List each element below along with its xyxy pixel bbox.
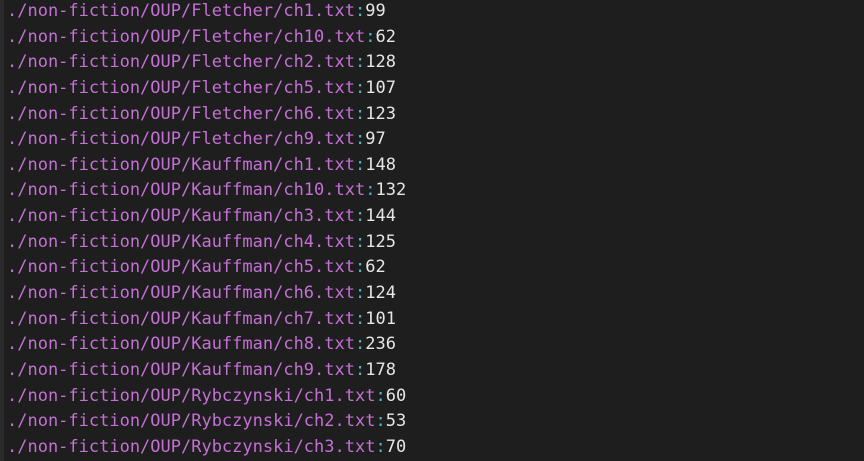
separator-colon: : — [355, 334, 366, 355]
file-path: ./non-fiction/OUP/Kauffman/ch4.txt — [7, 231, 355, 252]
file-path: ./non-fiction/OUP/Fletcher/ch6.txt — [7, 103, 355, 124]
file-path: ./non-fiction/OUP/Kauffman/ch3.txt — [7, 206, 355, 227]
separator-colon: : — [355, 308, 366, 329]
output-line: ./non-fiction/OUP/Kauffman/ch9.txt:178 — [7, 358, 406, 384]
separator-colon: : — [355, 77, 366, 98]
output-line: ./non-fiction/OUP/Fletcher/ch10.txt:62 — [7, 25, 406, 51]
output-line: ./non-fiction/OUP/Rybczynski/ch2.txt:53 — [7, 409, 406, 435]
terminal-window[interactable]: ./non-fiction/OUP/Fletcher/ch1.txt:99 ./n… — [0, 0, 864, 461]
output-line: ./non-fiction/OUP/Kauffman/ch3.txt:144 — [7, 204, 406, 230]
output-line: ./non-fiction/OUP/Fletcher/ch6.txt:123 — [7, 102, 406, 128]
output-line: ./non-fiction/OUP/Fletcher/ch5.txt:107 — [7, 76, 406, 102]
output-line: ./non-fiction/OUP/Kauffman/ch5.txt:62 — [7, 255, 406, 281]
file-path: ./non-fiction/OUP/Kauffman/ch1.txt — [7, 154, 355, 175]
separator-colon: : — [365, 26, 376, 47]
file-path: ./non-fiction/OUP/Fletcher/ch10.txt — [7, 26, 366, 47]
file-path: ./non-fiction/OUP/Fletcher/ch5.txt — [7, 77, 355, 98]
match-count: 125 — [365, 231, 396, 252]
separator-colon: : — [355, 359, 366, 380]
separator-colon: : — [355, 231, 366, 252]
match-count: 123 — [365, 103, 396, 124]
match-count: 148 — [365, 154, 396, 175]
match-count: 124 — [365, 283, 396, 304]
separator-colon: : — [355, 1, 366, 21]
file-path: ./non-fiction/OUP/Kauffman/ch5.txt — [7, 257, 355, 278]
separator-colon: : — [355, 103, 366, 124]
output-line: ./non-fiction/OUP/Rybczynski/ch3.txt:70 — [7, 435, 406, 461]
output-line: ./non-fiction/OUP/Kauffman/ch7.txt:101 — [7, 307, 406, 333]
match-count: 53 — [385, 411, 407, 432]
match-count: 60 — [385, 385, 407, 406]
file-path: ./non-fiction/OUP/Fletcher/ch1.txt — [7, 1, 355, 21]
match-count: 236 — [365, 334, 396, 355]
file-path: ./non-fiction/OUP/Rybczynski/ch3.txt — [7, 436, 376, 457]
file-path: ./non-fiction/OUP/Kauffman/ch7.txt — [7, 308, 355, 329]
separator-colon: : — [355, 52, 366, 73]
output-line: ./non-fiction/OUP/Kauffman/ch8.txt:236 — [7, 332, 406, 358]
separator-colon: : — [355, 257, 366, 278]
match-count: 107 — [365, 77, 396, 98]
output-line: ./non-fiction/OUP/Kauffman/ch4.txt:125 — [7, 230, 406, 256]
grep-count-output: ./non-fiction/OUP/Fletcher/ch1.txt:99 ./n… — [7, 0, 406, 461]
match-count: 62 — [375, 26, 396, 47]
output-line: ./non-fiction/OUP/Kauffman/ch6.txt:124 — [7, 281, 406, 307]
match-count: 99 — [365, 1, 386, 21]
separator-colon: : — [355, 129, 366, 150]
output-line: ./non-fiction/OUP/Fletcher/ch9.txt:97 — [7, 127, 406, 153]
match-count: 97 — [365, 129, 386, 150]
terminal-left-border — [0, 0, 4, 461]
file-path: ./non-fiction/OUP/Kauffman/ch8.txt — [7, 334, 355, 355]
file-path: ./non-fiction/OUP/Fletcher/ch9.txt — [7, 129, 355, 150]
file-path: ./non-fiction/OUP/Rybczynski/ch2.txt — [7, 411, 376, 432]
separator-colon: : — [375, 411, 386, 432]
output-line: ./non-fiction/OUP/Kauffman/ch10.txt:132 — [7, 178, 406, 204]
file-path: ./non-fiction/OUP/Kauffman/ch10.txt — [7, 180, 366, 201]
separator-colon: : — [355, 154, 366, 175]
separator-colon: : — [365, 180, 376, 201]
match-count: 128 — [365, 52, 396, 73]
output-line: ./non-fiction/OUP/Rybczynski/ch1.txt:60 — [7, 384, 406, 410]
file-path: ./non-fiction/OUP/Kauffman/ch9.txt — [7, 359, 355, 380]
match-count: 178 — [365, 359, 396, 380]
file-path: ./non-fiction/OUP/Fletcher/ch2.txt — [7, 52, 355, 73]
separator-colon: : — [375, 385, 386, 406]
separator-colon: : — [355, 283, 366, 304]
match-count: 144 — [365, 206, 396, 227]
separator-colon: : — [355, 206, 366, 227]
match-count: 132 — [375, 180, 407, 201]
output-line: ./non-fiction/OUP/Kauffman/ch1.txt:148 — [7, 153, 406, 179]
match-count: 101 — [365, 308, 396, 329]
match-count: 70 — [385, 436, 407, 457]
file-path: ./non-fiction/OUP/Kauffman/ch6.txt — [7, 283, 355, 304]
match-count: 62 — [365, 257, 386, 278]
separator-colon: : — [375, 436, 386, 457]
output-line: ./non-fiction/OUP/Fletcher/ch2.txt:128 — [7, 50, 406, 76]
file-path: ./non-fiction/OUP/Rybczynski/ch1.txt — [7, 385, 376, 406]
output-line: ./non-fiction/OUP/Fletcher/ch1.txt:99 — [7, 0, 406, 25]
